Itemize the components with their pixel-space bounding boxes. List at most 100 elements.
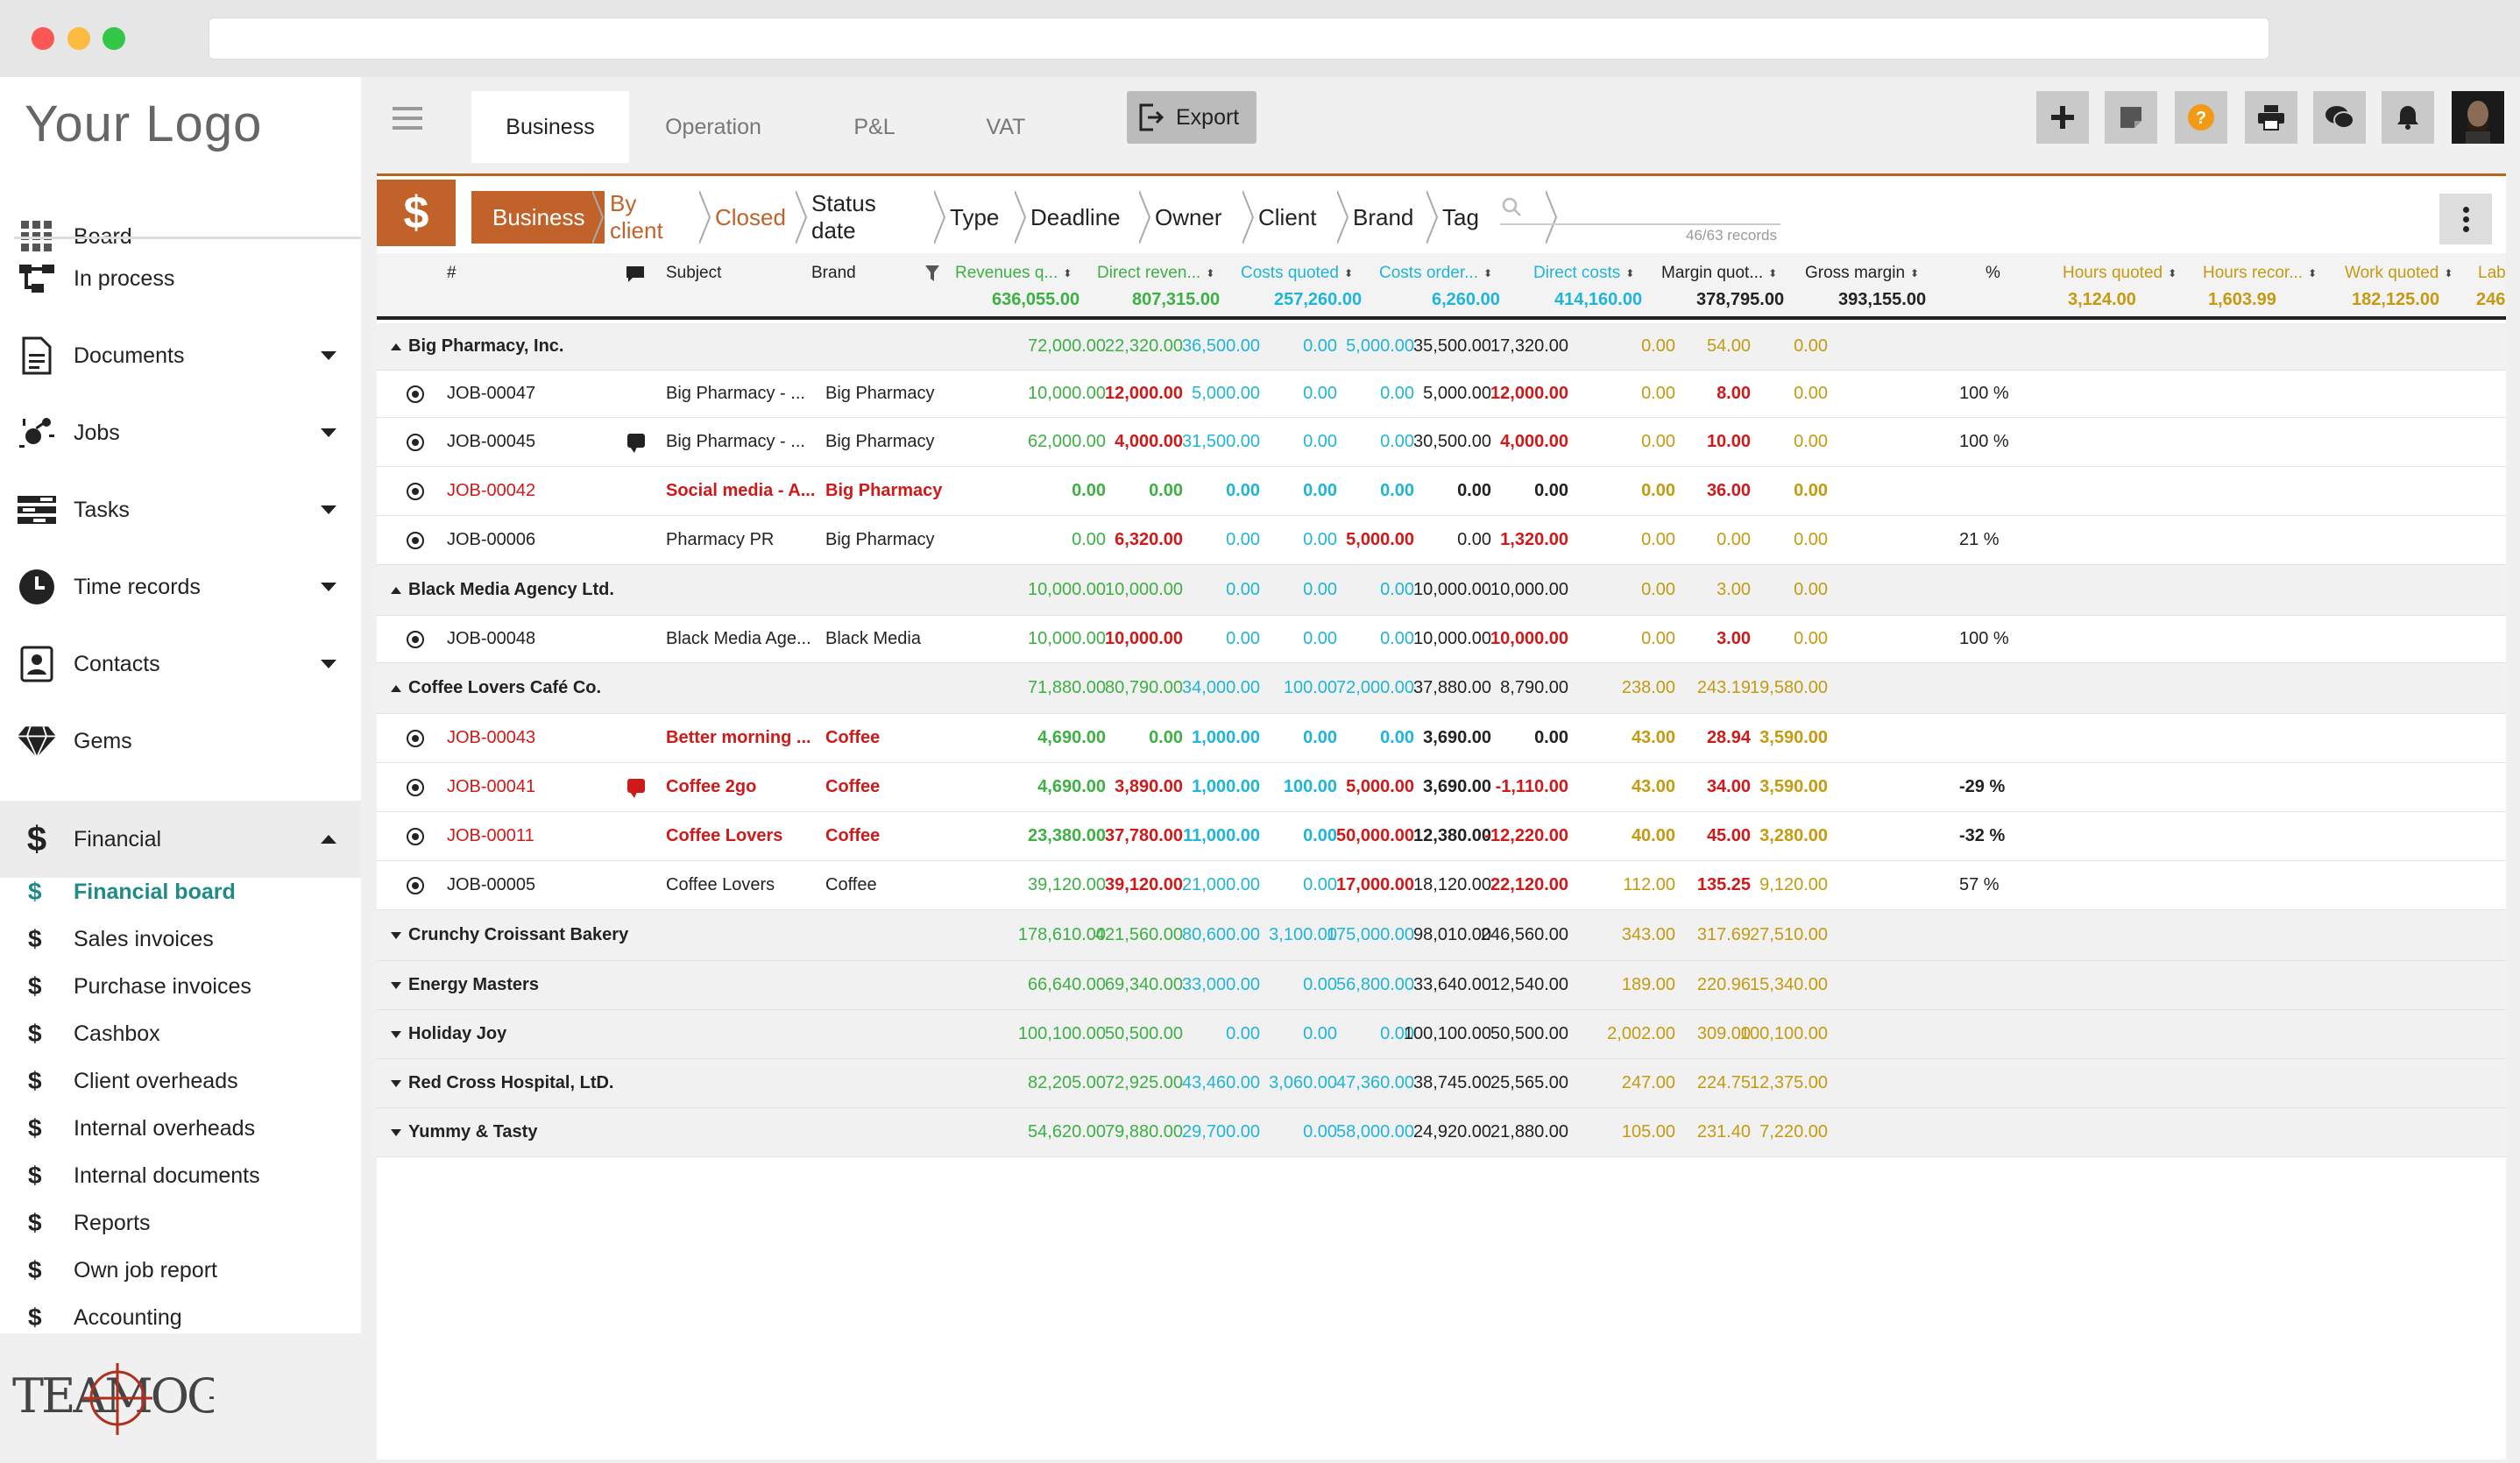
job-id-link[interactable]: JOB-00047 <box>447 384 535 404</box>
menu-icon[interactable] <box>393 107 422 130</box>
open-job-icon[interactable] <box>407 483 424 500</box>
sidebar-item-gems[interactable]: Gems <box>0 703 361 780</box>
tab-operation[interactable]: Operation <box>634 91 792 163</box>
avatar[interactable] <box>2452 91 2504 144</box>
filter-status-date[interactable]: Status date <box>811 190 876 244</box>
filter-by-client[interactable]: By client <box>610 190 663 244</box>
expand-icon[interactable] <box>391 1080 401 1087</box>
sidebar-subitem-internal-documents[interactable]: $ Internal documents <box>0 1152 361 1199</box>
group-row[interactable]: Holiday Joy 100,100.00 50,500.00 0.00 0.00 0.… <box>377 1010 2506 1059</box>
column-header-revenues[interactable]: Revenues q... ⬍ <box>955 264 1072 283</box>
column-header-direct-revenues[interactable]: Direct reven... ⬍ <box>1097 264 1214 283</box>
open-job-icon[interactable] <box>407 385 424 403</box>
sidebar-item-financial[interactable]: $ Financial <box>0 801 361 878</box>
window-close-button[interactable] <box>32 27 54 50</box>
print-button[interactable] <box>2245 91 2297 144</box>
group-row[interactable]: Coffee Lovers Café Co. 71,880.00 80,790.00… <box>377 663 2506 714</box>
filter-closed[interactable]: Closed <box>715 191 786 244</box>
group-row[interactable]: Crunchy Croissant Bakery 178,610.00 421,56… <box>377 910 2506 961</box>
add-button[interactable] <box>2036 91 2089 144</box>
chevron-up-icon[interactable] <box>321 835 336 844</box>
column-header-brand[interactable]: Brand <box>811 264 856 283</box>
chevron-down-icon[interactable] <box>321 428 336 437</box>
group-row[interactable]: Big Pharmacy, Inc. 72,000.00 22,320.00 36,5… <box>377 323 2506 371</box>
sidebar-item-time-records[interactable]: Time records <box>0 548 361 625</box>
sidebar-item-jobs[interactable]: Jobs <box>0 394 361 471</box>
expand-icon[interactable] <box>391 1129 401 1136</box>
open-job-icon[interactable] <box>407 631 424 648</box>
open-job-icon[interactable] <box>407 779 424 796</box>
comment-icon[interactable] <box>627 434 645 453</box>
expand-icon[interactable] <box>391 932 401 939</box>
column-header-labor[interactable]: Labor c <box>2478 264 2506 283</box>
group-row[interactable]: Black Media Agency Ltd. 10,000.00 10,000.0… <box>377 565 2506 616</box>
column-header-hours-quoted[interactable]: Hours quoted ⬍ <box>2063 264 2177 283</box>
column-header-hours-recorded[interactable]: Hours recor... ⬍ <box>2203 264 2317 283</box>
table-row[interactable]: JOB-00047 Big Pharmacy - ... Big Pharmacy 1… <box>377 371 2506 418</box>
chevron-down-icon[interactable] <box>321 505 336 514</box>
column-header-margin-quoted[interactable]: Margin quot... ⬍ <box>1661 264 1777 283</box>
table-row[interactable]: JOB-00043 Better morning ... Coffee 4,690.0… <box>377 714 2506 763</box>
expand-icon[interactable] <box>391 1031 401 1038</box>
collapse-icon[interactable] <box>391 587 401 594</box>
note-button[interactable] <box>2105 91 2157 144</box>
sidebar-item-tasks[interactable]: Tasks <box>0 471 361 548</box>
column-header-subject[interactable]: Subject <box>666 264 721 283</box>
column-header-gross-margin[interactable]: Gross margin ⬍ <box>1805 264 1919 283</box>
column-header-number[interactable]: # <box>447 264 457 283</box>
notifications-button[interactable] <box>2382 91 2434 144</box>
search-input[interactable] <box>1500 223 1780 225</box>
chevron-down-icon[interactable] <box>321 583 336 591</box>
column-header-work-quoted[interactable]: Work quoted ⬍ <box>2345 264 2453 283</box>
more-options-button[interactable] <box>2439 194 2492 244</box>
sidebar-subitem-own-job-report[interactable]: $ Own job report <box>0 1247 361 1294</box>
export-button[interactable]: Export <box>1127 91 1256 144</box>
sidebar-subitem-reports[interactable]: $ Reports <box>0 1199 361 1247</box>
filter-tag[interactable]: Tag <box>1442 191 1479 244</box>
table-row[interactable]: JOB-00006 Pharmacy PR Big Pharmacy 0.00 6,32… <box>377 516 2506 565</box>
sidebar-subitem-cashbox[interactable]: $ Cashbox <box>0 1010 361 1057</box>
sidebar-item-contacts[interactable]: Contacts <box>0 625 361 703</box>
sidebar-subitem-sales-invoices[interactable]: $ Sales invoices <box>0 915 361 963</box>
job-id-link[interactable]: JOB-00041 <box>447 777 535 797</box>
tab-business[interactable]: Business <box>471 91 629 163</box>
job-id-link[interactable]: JOB-00005 <box>447 875 535 895</box>
filter-client[interactable]: Client <box>1258 191 1316 244</box>
column-header-direct-costs[interactable]: Direct costs ⬍ <box>1533 264 1634 283</box>
open-job-icon[interactable] <box>407 828 424 845</box>
open-job-icon[interactable] <box>407 877 424 894</box>
open-job-icon[interactable] <box>407 532 424 549</box>
column-header-costs-ordered[interactable]: Costs order... ⬍ <box>1379 264 1492 283</box>
collapse-icon[interactable] <box>391 343 401 350</box>
job-id-link[interactable]: JOB-00042 <box>447 481 535 501</box>
sidebar-subitem-purchase-invoices[interactable]: $ Purchase invoices <box>0 963 361 1010</box>
search-icon[interactable] <box>1502 197 1521 216</box>
group-row[interactable]: Red Cross Hospital, LtD. 82,205.00 72,925.… <box>377 1059 2506 1108</box>
filter-type[interactable]: Type <box>950 191 999 244</box>
window-maximize-button[interactable] <box>103 27 125 50</box>
tab-pl[interactable]: P&L <box>796 91 953 163</box>
table-row[interactable]: JOB-00045 Big Pharmacy - ... Big Pharmacy 6… <box>377 418 2506 467</box>
chevron-down-icon[interactable] <box>321 351 336 360</box>
address-bar[interactable] <box>209 18 2269 60</box>
column-header-percent[interactable]: % <box>1986 264 2000 283</box>
filter-deadline[interactable]: Deadline <box>1030 191 1121 244</box>
job-id-link[interactable]: JOB-00006 <box>447 530 535 550</box>
tab-vat[interactable]: VAT <box>953 91 1058 163</box>
job-id-link[interactable]: JOB-00048 <box>447 629 535 649</box>
open-job-icon[interactable] <box>407 434 424 451</box>
open-job-icon[interactable] <box>407 730 424 747</box>
filter-owner[interactable]: Owner <box>1155 191 1222 244</box>
sidebar-subitem-financial-board[interactable]: $ Financial board <box>0 868 361 915</box>
job-id-link[interactable]: JOB-00043 <box>447 728 535 748</box>
table-row[interactable]: JOB-00048 Black Media Age... Black Media 10… <box>377 616 2506 663</box>
sidebar-item-documents[interactable]: Documents <box>0 317 361 394</box>
filter-icon[interactable] <box>925 265 939 281</box>
sidebar-subitem-internal-overheads[interactable]: $ Internal overheads <box>0 1105 361 1152</box>
chevron-down-icon[interactable] <box>321 660 336 668</box>
table-row[interactable]: JOB-00011 Coffee Lovers Coffee 23,380.00 37,… <box>377 812 2506 861</box>
group-row[interactable]: Yummy & Tasty 54,620.00 79,880.00 29,700.00… <box>377 1108 2506 1157</box>
sidebar-item-in-process[interactable]: In process <box>0 240 361 317</box>
filter-business[interactable]: Business <box>471 191 605 244</box>
job-id-link[interactable]: JOB-00011 <box>447 826 534 846</box>
